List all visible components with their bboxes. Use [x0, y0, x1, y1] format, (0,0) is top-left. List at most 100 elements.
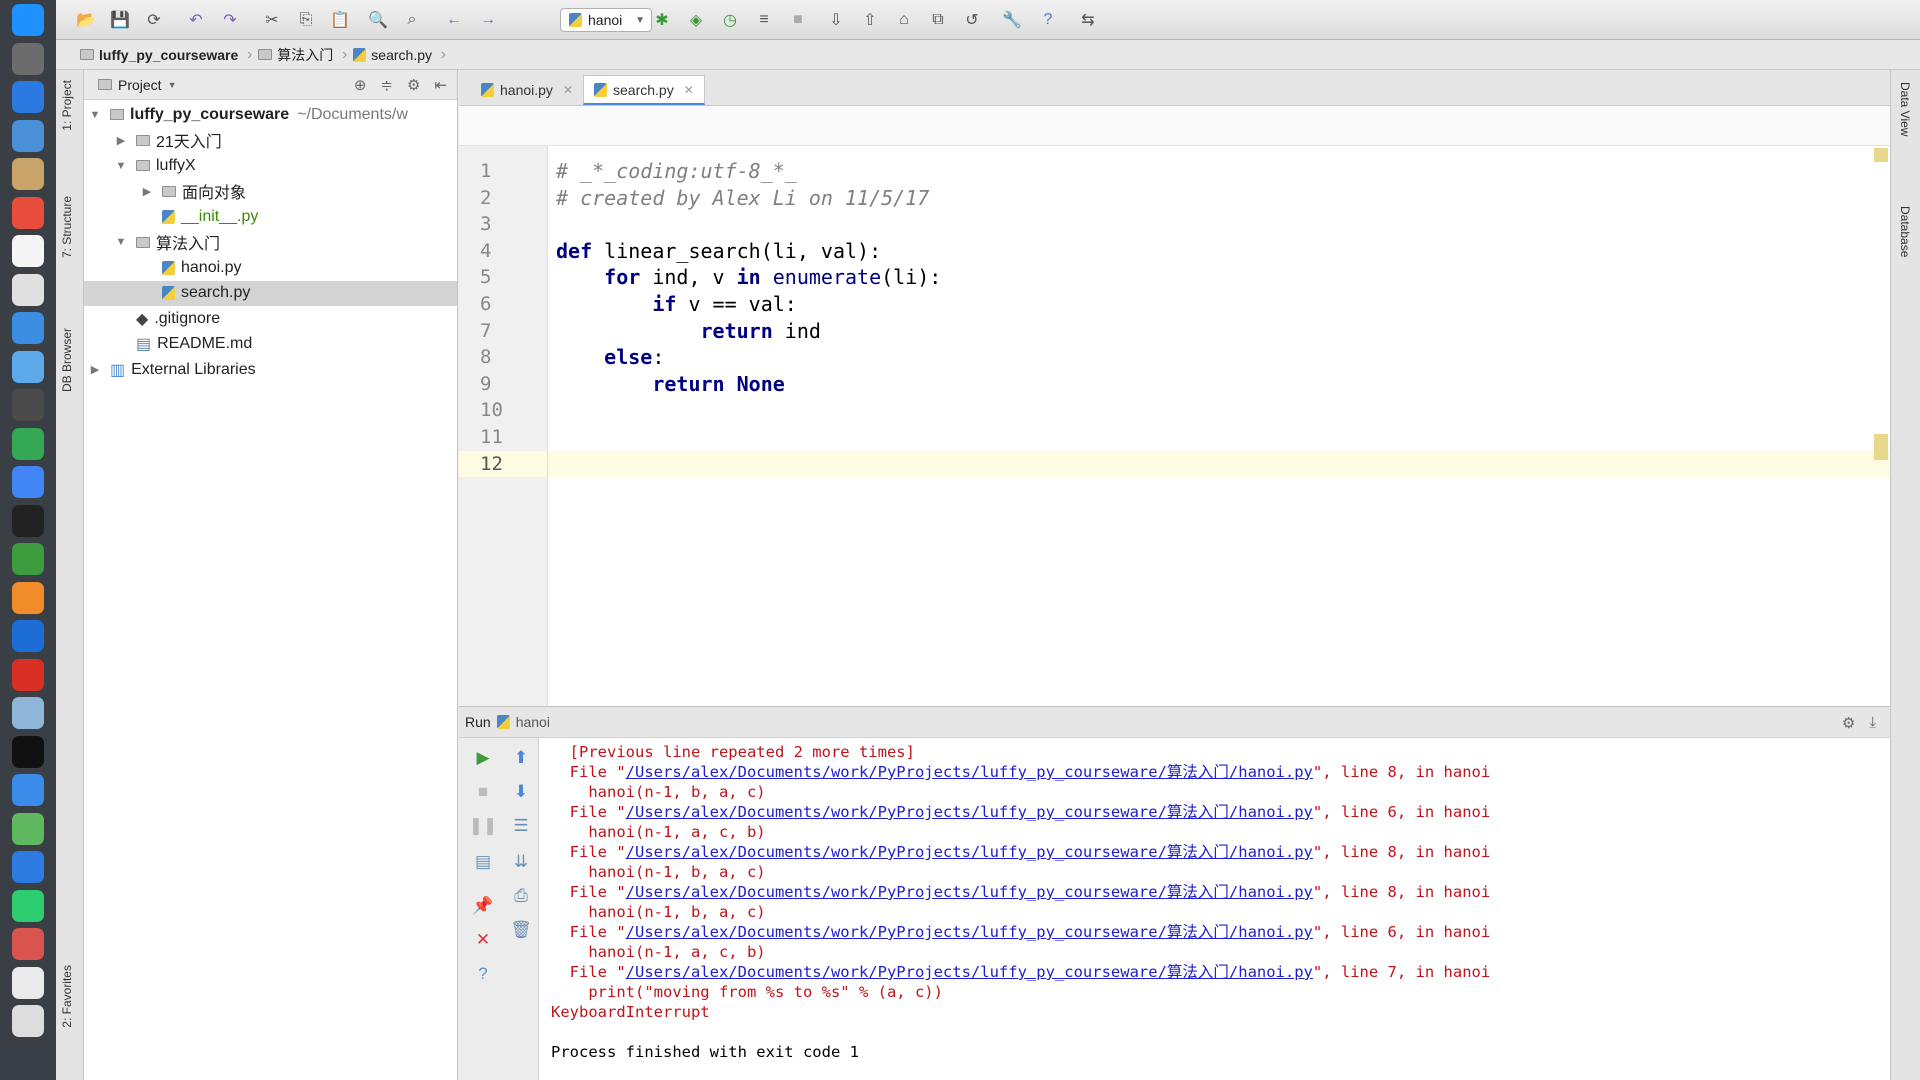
close-icon[interactable]: ✕ [563, 83, 573, 97]
pause-icon[interactable]: ❚❚ [469, 814, 498, 838]
code-line[interactable]: return ind [548, 318, 1890, 345]
locate-icon[interactable]: ⊕ [354, 76, 367, 94]
code-line[interactable]: else: [548, 344, 1890, 371]
dock-app-icon[interactable] [12, 4, 44, 36]
arrow-up-icon[interactable]: ⬆ [509, 746, 533, 770]
hide-panel-icon[interactable]: ⤓ [1869, 714, 1876, 732]
dock-app-icon[interactable] [12, 543, 44, 575]
dock-app-icon[interactable] [12, 312, 44, 344]
dock-app-icon[interactable] [12, 581, 44, 614]
code-line[interactable] [548, 397, 1890, 424]
dock-app-icon[interactable] [12, 427, 44, 460]
tree-item[interactable]: ▤ README.md [84, 332, 457, 358]
expanded-arrow-icon[interactable]: ▼ [88, 109, 102, 121]
paste-icon[interactable]: 📋 [328, 8, 352, 32]
tree-item[interactable]: ▶ 面向对象 [84, 179, 457, 205]
open-folder-icon[interactable]: 📂 [74, 8, 98, 32]
find-icon[interactable]: 🔍 [366, 8, 390, 32]
vcs-update-icon[interactable]: ⇩ [824, 8, 848, 32]
dock-app-icon[interactable] [12, 812, 44, 845]
file-link[interactable]: /Users/alex/Documents/work/PyProjects/lu… [626, 803, 1313, 821]
file-link[interactable]: /Users/alex/Documents/work/PyProjects/lu… [626, 843, 1313, 861]
debug-icon[interactable]: ✱ [650, 8, 674, 32]
pin-icon[interactable]: 📌 [471, 894, 495, 918]
run-panel-config[interactable]: hanoi [516, 714, 550, 730]
dock-app-icon[interactable] [12, 658, 44, 691]
coverage-icon[interactable]: ◈ [684, 8, 708, 32]
code-line[interactable] [548, 450, 1890, 478]
remote-icon[interactable]: ⇆ [1076, 8, 1100, 32]
tree-item[interactable]: __init__.py [84, 204, 457, 230]
code-line[interactable]: # created by Alex Li on 11/5/17 [548, 185, 1890, 212]
code-line[interactable]: if v == val: [548, 291, 1890, 318]
tab-favorites[interactable]: 2: Favorites [60, 965, 74, 1028]
tree-item[interactable]: ▼ luffy_py_courseware ~/Documents/w [84, 102, 457, 128]
close-icon[interactable]: ✕ [684, 83, 694, 97]
copy-icon[interactable]: ⎘ [294, 8, 318, 32]
file-link[interactable]: /Users/alex/Documents/work/PyProjects/lu… [626, 763, 1313, 781]
trash-icon[interactable]: 🗑 [509, 918, 533, 942]
dock-app-icon[interactable] [12, 966, 44, 999]
dock-app-icon[interactable] [12, 774, 44, 806]
dock-app-icon[interactable] [12, 273, 44, 306]
code-line[interactable]: def linear_search(li, val): [548, 238, 1890, 265]
collapsed-arrow-icon[interactable]: ▶ [114, 134, 128, 147]
expanded-arrow-icon[interactable]: ▼ [114, 236, 128, 248]
tab-project[interactable]: 1: Project [60, 80, 74, 131]
tab-structure[interactable]: 7: Structure [60, 196, 74, 258]
file-link[interactable]: /Users/alex/Documents/work/PyProjects/lu… [626, 923, 1313, 941]
close-icon[interactable]: ✕ [471, 928, 495, 952]
redo-icon[interactable]: ↷ [218, 8, 242, 32]
tab-database[interactable]: Database [1898, 206, 1912, 257]
tree-item[interactable]: hanoi.py [84, 255, 457, 281]
dock-app-icon[interactable] [12, 81, 44, 113]
breadcrumb-file[interactable]: search.py [347, 46, 446, 64]
save-icon[interactable]: 💾 [108, 8, 132, 32]
warning-marker[interactable] [1874, 148, 1888, 162]
expanded-arrow-icon[interactable]: ▼ [114, 160, 128, 172]
stop-icon[interactable]: ■ [786, 8, 810, 32]
dock-app-icon[interactable] [12, 851, 44, 883]
cut-icon[interactable]: ✂ [260, 8, 284, 32]
collapsed-arrow-icon[interactable]: ▶ [140, 185, 154, 198]
dock-app-icon[interactable] [12, 466, 44, 498]
help-icon[interactable]: ? [471, 962, 495, 986]
vcs-compare-icon[interactable]: ⧉ [926, 8, 950, 32]
undo-icon[interactable]: ↶ [184, 8, 208, 32]
project-panel-title[interactable]: Project [118, 77, 162, 93]
tab-data-view[interactable]: Data View [1898, 82, 1912, 136]
dock-app-icon[interactable] [12, 350, 44, 383]
tree-item[interactable]: ▶ ▥ External Libraries [84, 357, 457, 383]
code-line[interactable]: for ind, v in enumerate(li): [548, 264, 1890, 291]
tree-item[interactable]: search.py [84, 280, 457, 306]
replace-icon[interactable]: ⌕ [400, 8, 424, 32]
dock-app-icon[interactable] [12, 196, 44, 229]
dock-app-icon[interactable] [12, 504, 44, 537]
code-line[interactable] [548, 424, 1890, 451]
breadcrumb-folder[interactable]: 算法入门 [252, 45, 347, 65]
collapsed-arrow-icon[interactable]: ▶ [88, 363, 102, 376]
gear-icon[interactable]: ⚙ [407, 76, 420, 94]
code-editor[interactable]: # _*_coding:utf-8_*_ # created by Alex Li… [548, 146, 1890, 706]
run-config-selector[interactable]: hanoi ▼ [560, 8, 652, 32]
dock-app-icon[interactable] [12, 889, 44, 922]
run-console[interactable]: [Previous line repeated 2 more times] Fi… [539, 738, 1890, 1080]
arrow-down-icon[interactable]: ⬇ [509, 780, 533, 804]
dock-app-icon[interactable] [12, 928, 44, 960]
gear-icon[interactable]: ⚙ [1842, 714, 1855, 732]
revert-icon[interactable]: ↺ [960, 8, 984, 32]
vcs-commit-icon[interactable]: ⇧ [858, 8, 882, 32]
tree-item[interactable]: ▼ 算法入门 [84, 230, 457, 256]
forward-icon[interactable]: → [476, 8, 500, 32]
scroll-to-end-icon[interactable]: ⇊ [509, 850, 533, 874]
build-icon[interactable]: ≡ [752, 8, 776, 32]
rerun-icon[interactable]: ▶ [471, 746, 495, 770]
dock-app-icon[interactable] [12, 158, 44, 190]
sync-icon[interactable]: ⟳ [142, 8, 166, 32]
tree-item[interactable]: ◆ .gitignore [84, 306, 457, 332]
code-line[interactable] [548, 211, 1890, 238]
stop-icon[interactable]: ■ [471, 780, 495, 804]
dock-app-icon[interactable] [12, 389, 44, 421]
tab-db-browser[interactable]: DB Browser [60, 328, 74, 392]
vcs-history-icon[interactable]: ⌂ [892, 8, 916, 32]
